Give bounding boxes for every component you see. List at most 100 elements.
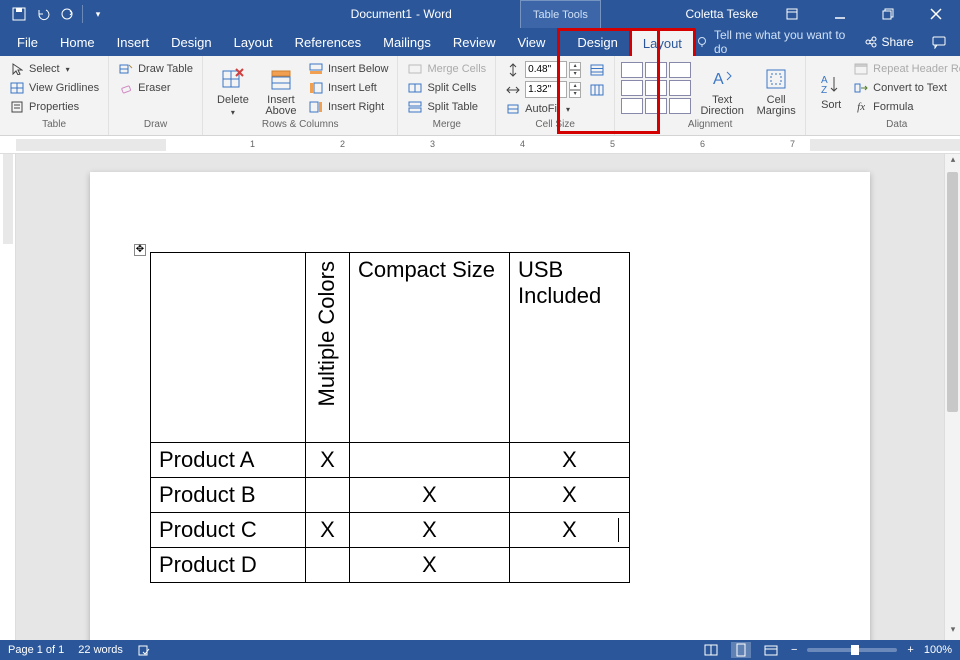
qat-customize-icon[interactable]: ▾ [87, 3, 109, 25]
header-cell-colors[interactable]: Multiple Colors [306, 253, 350, 443]
tab-review[interactable]: Review [442, 28, 507, 56]
draw-table-button[interactable]: Draw Table [115, 60, 196, 78]
insert-above-button[interactable]: Insert Above [257, 58, 305, 119]
header-cell-compact[interactable]: Compact Size [350, 253, 510, 443]
header-cell-usb[interactable]: USB Included [510, 253, 630, 443]
undo-icon[interactable] [32, 3, 54, 25]
formula-button[interactable]: fxFormula [850, 98, 960, 116]
tab-table-layout[interactable]: Layout [629, 28, 696, 56]
autofit-button[interactable]: AutoFit▾ [502, 100, 608, 118]
convert-text-button[interactable]: Convert to Text [850, 79, 960, 97]
minimize-icon[interactable] [820, 0, 860, 28]
cell[interactable] [306, 478, 350, 513]
repeat-header-button[interactable]: Repeat Header Rows [850, 60, 960, 78]
comments-icon[interactable] [928, 28, 950, 56]
cell[interactable]: X [306, 513, 350, 548]
cell[interactable]: X [350, 513, 510, 548]
insert-right-button[interactable]: Insert Right [305, 98, 392, 116]
zoom-slider[interactable] [807, 648, 897, 652]
height-down[interactable]: ▾ [569, 70, 581, 78]
proofing-icon[interactable] [137, 643, 151, 657]
align-bot-center[interactable] [645, 98, 667, 114]
tab-layout[interactable]: Layout [223, 28, 284, 56]
col-width-input[interactable] [525, 81, 567, 98]
align-bot-left[interactable] [621, 98, 643, 114]
view-gridlines-button[interactable]: View Gridlines [6, 79, 102, 97]
align-mid-right[interactable] [669, 80, 691, 96]
cell[interactable]: X [510, 478, 630, 513]
tab-mailings[interactable]: Mailings [372, 28, 442, 56]
row-height-control[interactable]: ▴▾ [502, 60, 608, 79]
align-top-center[interactable] [645, 62, 667, 78]
row-label[interactable]: Product A [151, 443, 306, 478]
sort-button[interactable]: AZ Sort [812, 58, 850, 119]
row-label[interactable]: Product D [151, 548, 306, 583]
tab-home[interactable]: Home [49, 28, 106, 56]
split-cells-button[interactable]: Split Cells [404, 79, 489, 97]
save-icon[interactable] [8, 3, 30, 25]
print-layout-icon[interactable] [731, 642, 751, 658]
scroll-thumb[interactable] [947, 172, 958, 412]
align-mid-left[interactable] [621, 80, 643, 96]
cell[interactable]: X [350, 478, 510, 513]
row-height-input[interactable] [525, 61, 567, 78]
cell-margins-button[interactable]: Cell Margins [753, 58, 799, 119]
read-mode-icon[interactable] [701, 642, 721, 658]
close-icon[interactable] [916, 0, 956, 28]
row-label[interactable]: Product C [151, 513, 306, 548]
cell-active[interactable]: X [510, 513, 630, 548]
tab-file[interactable]: File [6, 28, 49, 56]
text-direction-button[interactable]: A Text Direction [697, 58, 747, 119]
insert-below-button[interactable]: Insert Below [305, 60, 392, 78]
cell[interactable]: X [510, 443, 630, 478]
split-table-button[interactable]: Split Table [404, 98, 489, 116]
align-top-right[interactable] [669, 62, 691, 78]
zoom-knob[interactable] [851, 645, 859, 655]
account-name[interactable]: Coletta Teske [686, 7, 759, 21]
cell[interactable] [306, 548, 350, 583]
product-table[interactable]: Multiple Colors Compact Size USB Include… [150, 252, 630, 583]
redo-icon[interactable] [56, 3, 78, 25]
page-indicator[interactable]: Page 1 of 1 [8, 644, 64, 656]
col-width-control[interactable]: ▴▾ [502, 80, 608, 99]
properties-button[interactable]: Properties [6, 98, 102, 116]
distribute-rows-icon[interactable] [589, 62, 605, 78]
cell[interactable]: X [306, 443, 350, 478]
width-down[interactable]: ▾ [569, 90, 581, 98]
header-cell-empty[interactable] [151, 253, 306, 443]
delete-button[interactable]: Delete ▾ [209, 58, 257, 119]
ribbon-display-icon[interactable] [772, 0, 812, 28]
select-button[interactable]: Select▾ [6, 60, 102, 78]
page-viewport[interactable]: ✥ Multiple Colors Compact Size USB Inclu… [16, 154, 944, 640]
vertical-scrollbar[interactable]: ▴ ▾ [944, 154, 960, 640]
scroll-down-icon[interactable]: ▾ [945, 624, 960, 640]
cell[interactable] [350, 443, 510, 478]
word-count[interactable]: 22 words [78, 644, 123, 656]
distribute-cols-icon[interactable] [589, 82, 605, 98]
height-up[interactable]: ▴ [569, 62, 581, 70]
width-up[interactable]: ▴ [569, 82, 581, 90]
tab-insert[interactable]: Insert [106, 28, 161, 56]
align-mid-center[interactable] [645, 80, 667, 96]
share-button[interactable]: Share [865, 35, 913, 49]
tell-me-search[interactable]: Tell me what you want to do [696, 28, 852, 56]
vertical-ruler[interactable] [0, 154, 16, 640]
zoom-in-button[interactable]: + [907, 644, 913, 656]
scroll-up-icon[interactable]: ▴ [945, 154, 960, 170]
eraser-button[interactable]: Eraser [115, 79, 196, 97]
align-top-left[interactable] [621, 62, 643, 78]
horizontal-ruler[interactable]: 1 2 3 4 5 6 7 [0, 136, 960, 154]
restore-icon[interactable] [868, 0, 908, 28]
web-layout-icon[interactable] [761, 642, 781, 658]
table-move-handle[interactable]: ✥ [134, 244, 146, 256]
row-label[interactable]: Product B [151, 478, 306, 513]
cell[interactable] [510, 548, 630, 583]
cell[interactable]: X [350, 548, 510, 583]
zoom-level[interactable]: 100% [924, 644, 952, 656]
tab-view[interactable]: View [506, 28, 556, 56]
zoom-out-button[interactable]: − [791, 644, 797, 656]
tab-table-design[interactable]: Design [566, 28, 628, 56]
tab-references[interactable]: References [284, 28, 372, 56]
align-bot-right[interactable] [669, 98, 691, 114]
tab-design[interactable]: Design [160, 28, 222, 56]
